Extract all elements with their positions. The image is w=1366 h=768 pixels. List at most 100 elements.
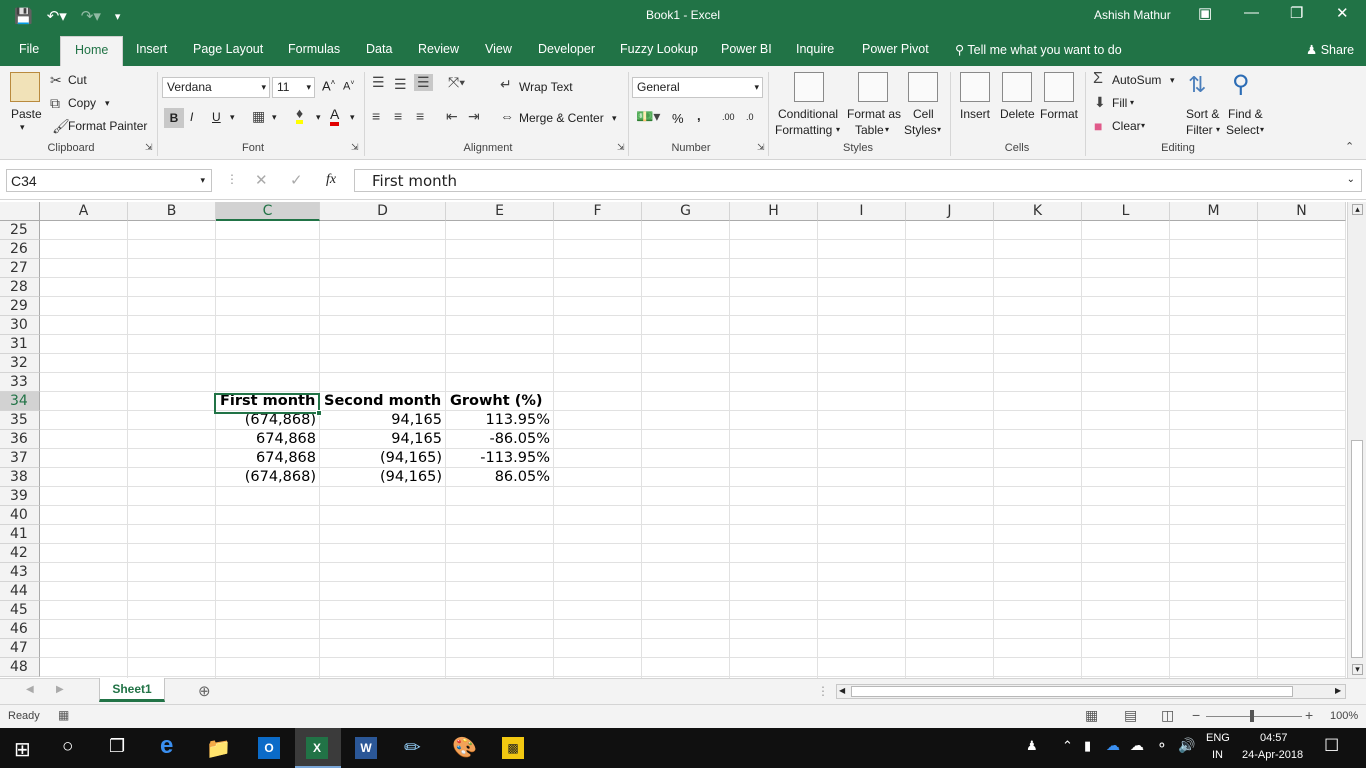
fill-handle[interactable] (316, 410, 322, 416)
align-left-icon[interactable]: ≡ (372, 108, 380, 124)
scroll-thumb[interactable] (1351, 440, 1363, 658)
edge-icon[interactable]: e (160, 732, 173, 760)
power-bi-icon[interactable]: ▩ (502, 737, 524, 759)
column-header-a[interactable]: A (40, 202, 128, 221)
people-icon[interactable]: ♟ (1026, 738, 1038, 754)
row-header-34[interactable]: 34 (0, 392, 40, 411)
column-header-g[interactable]: G (642, 202, 730, 221)
expand-formula-icon[interactable]: ⌄ (1347, 174, 1355, 185)
row-header-28[interactable]: 28 (0, 278, 40, 297)
next-sheet-icon[interactable]: ▶ (56, 684, 64, 695)
table-header-cell[interactable]: Second month (320, 392, 446, 411)
zoom-in-icon[interactable]: + (1305, 707, 1313, 723)
accounting-format-icon[interactable]: 💵▾ (636, 108, 660, 125)
table-header-cell[interactable]: Growht (%) (446, 392, 554, 411)
merge-center-button[interactable]: Merge & Center (519, 111, 604, 125)
table-cell[interactable]: -86.05% (446, 430, 554, 449)
cell-styles-button[interactable]: Cell (913, 107, 934, 121)
tab-fuzzy-lookup[interactable]: Fuzzy Lookup (620, 42, 698, 56)
row-header-35[interactable]: 35 (0, 411, 40, 430)
ribbon-display-options-icon[interactable]: ▣ (1198, 4, 1212, 22)
row-header-25[interactable]: 25 (0, 221, 40, 240)
row-header-41[interactable]: 41 (0, 525, 40, 544)
format-as-table-icon[interactable] (858, 72, 888, 102)
table-cell[interactable]: -113.95% (446, 449, 554, 468)
format-painter-button[interactable]: Format Painter (68, 119, 147, 133)
word-icon[interactable]: W (355, 737, 377, 759)
column-header-i[interactable]: I (818, 202, 906, 221)
format-cells-icon[interactable] (1044, 72, 1074, 102)
top-align-icon[interactable]: ☰ (372, 74, 385, 91)
column-header-h[interactable]: H (730, 202, 818, 221)
table-cell[interactable]: (94,165) (320, 449, 446, 468)
tab-file[interactable]: File (19, 42, 39, 56)
column-header-j[interactable]: J (906, 202, 994, 221)
autosum-button[interactable]: AutoSum (1112, 73, 1161, 87)
conditional-formatting-icon[interactable] (794, 72, 824, 102)
delete-cells-icon[interactable] (1002, 72, 1032, 102)
column-header-l[interactable]: L (1082, 202, 1170, 221)
tab-power-bi[interactable]: Power BI (721, 42, 772, 56)
tab-home[interactable]: Home (60, 36, 124, 66)
merge-dropdown-icon[interactable]: ▾ (612, 113, 617, 124)
clear-button[interactable]: Clear (1112, 119, 1141, 133)
cell-styles-icon[interactable] (908, 72, 938, 102)
paste-dropdown-icon[interactable]: ▾ (20, 122, 25, 133)
fill-icon[interactable]: ⬇ (1094, 94, 1106, 111)
italic-button[interactable]: I (190, 110, 193, 124)
row-header-32[interactable]: 32 (0, 354, 40, 373)
format-cells-button[interactable]: Format (1040, 107, 1078, 121)
fill-color-icon[interactable]: ♦ (296, 106, 304, 124)
page-layout-view-icon[interactable]: ▤ (1124, 707, 1137, 724)
show-hidden-icons[interactable]: ⌃ (1062, 738, 1073, 754)
vertical-scrollbar[interactable]: ▴ ▾ (1347, 202, 1366, 678)
find-select-button[interactable]: Find & (1228, 107, 1263, 121)
format-as-table-button[interactable]: Format as (847, 107, 901, 121)
row-header-44[interactable]: 44 (0, 582, 40, 601)
prev-sheet-icon[interactable]: ◀ (26, 684, 34, 695)
zoom-level[interactable]: 100% (1330, 710, 1358, 722)
row-header-40[interactable]: 40 (0, 506, 40, 525)
autosum-icon[interactable]: Σ (1093, 70, 1103, 88)
language-region[interactable]: IN (1212, 749, 1223, 761)
font-color-dropdown-icon[interactable]: ▾ (350, 112, 355, 123)
user-name[interactable]: Ashish Mathur (1094, 8, 1171, 22)
row-header-39[interactable]: 39 (0, 487, 40, 506)
name-box[interactable]: C34 ▾ (6, 169, 212, 192)
number-launcher-icon[interactable]: ⇲ (757, 142, 765, 153)
excel-taskbar-icon[interactable]: X (295, 728, 341, 768)
bottom-align-icon[interactable]: ☰ (414, 74, 433, 91)
scroll-up-icon[interactable]: ▴ (1352, 204, 1363, 215)
outlook-icon[interactable]: O (258, 737, 280, 759)
fill-button[interactable]: Fill (1112, 96, 1127, 110)
paint-icon[interactable]: 🎨 (452, 735, 477, 760)
formula-input[interactable]: First month ⌄ (354, 169, 1362, 192)
merge-center-icon[interactable]: ⇔ (500, 108, 514, 124)
conditional-formatting-button[interactable]: Conditional (778, 107, 838, 121)
column-header-k[interactable]: K (994, 202, 1082, 221)
row-header-30[interactable]: 30 (0, 316, 40, 335)
splitter-icon[interactable]: ⋮ (817, 684, 829, 698)
tab-view[interactable]: View (485, 42, 512, 56)
copy-icon[interactable]: ⧉ (50, 95, 60, 112)
minimize-icon[interactable]: — (1244, 4, 1259, 21)
wrap-text-button[interactable]: Wrap Text (519, 80, 573, 94)
bold-button[interactable]: B (164, 108, 184, 128)
fill-color-dropdown-icon[interactable]: ▾ (316, 112, 321, 123)
sheet-tab-sheet1[interactable]: Sheet1 (99, 678, 165, 702)
select-all-corner[interactable] (0, 202, 40, 221)
search-icon[interactable]: ○ (62, 736, 73, 758)
alignment-launcher-icon[interactable]: ⇲ (617, 142, 625, 153)
row-header-33[interactable]: 33 (0, 373, 40, 392)
windows-start-icon[interactable]: ⊞ (14, 737, 31, 762)
find-select-icon[interactable]: ⚲ (1232, 70, 1250, 99)
tell-me-search[interactable]: ⚲ Tell me what you want to do (955, 42, 1122, 57)
borders-dropdown-icon[interactable]: ▾ (272, 112, 277, 123)
sort-filter-icon[interactable]: ⇅ (1188, 72, 1206, 98)
table-cell[interactable]: 674,868 (216, 430, 320, 449)
normal-view-icon[interactable]: ▦ (1085, 707, 1098, 724)
increase-decimal-button[interactable]: .00 (722, 112, 735, 122)
close-icon[interactable]: ✕ (1336, 4, 1349, 22)
decrease-font-icon[interactable]: A˅ (343, 80, 354, 93)
insert-cells-icon[interactable] (960, 72, 990, 102)
